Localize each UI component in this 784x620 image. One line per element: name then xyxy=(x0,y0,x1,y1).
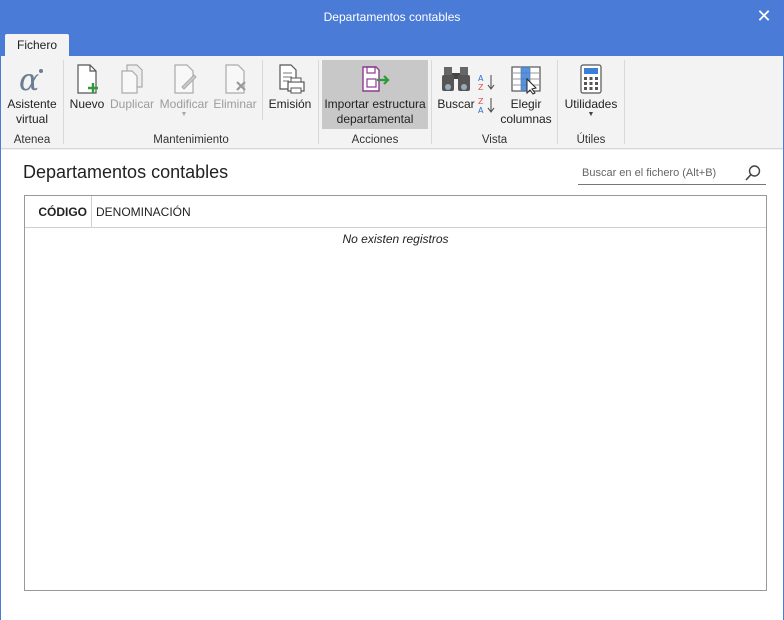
print-icon xyxy=(279,64,305,94)
group-label-atenea: Atenea xyxy=(13,134,51,146)
group-divider xyxy=(624,60,625,144)
records-table: CÓDIGO DENOMINACIÓN No existen registros xyxy=(24,195,767,591)
svg-text:α: α xyxy=(19,63,39,95)
table-header: CÓDIGO DENOMINACIÓN xyxy=(25,196,766,228)
column-header-codigo[interactable]: CÓDIGO xyxy=(25,196,92,228)
new-document-icon xyxy=(77,64,98,94)
alpha-icon: α xyxy=(19,63,43,95)
nuevo-label: Nuevo xyxy=(69,97,105,111)
group-label-mantenimiento: Mantenimiento xyxy=(153,134,229,146)
eliminar-label: Eliminar xyxy=(213,97,257,111)
group-label-acciones: Acciones xyxy=(351,134,399,146)
search-input[interactable] xyxy=(582,164,738,182)
ribbon: α Asistente virtual Atenea Nuevo Duplica… xyxy=(1,56,783,149)
group-label-vista: Vista xyxy=(481,134,508,146)
svg-text:Z: Z xyxy=(478,97,484,106)
utilidades-label: Utilidades xyxy=(564,97,618,111)
chevron-down-icon: ▼ xyxy=(587,111,595,118)
sort-ascending-icon[interactable]: A Z xyxy=(478,73,496,91)
asistente-label: Asistente virtual xyxy=(7,97,57,126)
group-mantenimiento: Nuevo Duplicar Modificar ▼ Eliminar Emis… xyxy=(64,56,318,149)
search-icon[interactable] xyxy=(744,164,762,182)
emision-label: Emisión xyxy=(268,97,312,111)
title-bar: Departamentos contables ✕ xyxy=(1,1,783,33)
importar-estructura-button[interactable]: Importar estructura departamental xyxy=(322,60,428,129)
group-atenea: α Asistente virtual Atenea xyxy=(1,56,63,149)
inner-divider xyxy=(262,60,263,120)
emision-button[interactable]: Emisión xyxy=(266,60,314,130)
asistente-virtual-button[interactable]: α Asistente virtual xyxy=(4,60,60,130)
search-box xyxy=(578,161,766,185)
chevron-down-icon: ▼ xyxy=(180,111,188,118)
window-title: Departamentos contables xyxy=(323,10,461,24)
group-label-utiles: Útiles xyxy=(576,134,606,146)
importar-label: Importar estructura departamental xyxy=(324,97,426,126)
group-vista: Buscar A Z Z A Elegir columnas Vista xyxy=(432,56,557,149)
elegir-columnas-label: Elegir columnas xyxy=(500,97,552,126)
binoculars-icon xyxy=(442,67,470,91)
delete-document-icon xyxy=(225,64,246,94)
page-title: Departamentos contables xyxy=(23,162,229,182)
calculator-icon xyxy=(580,64,602,94)
svg-text:Z: Z xyxy=(478,83,484,91)
group-utiles: Utilidades ▼ Útiles xyxy=(558,56,624,149)
nuevo-button[interactable]: Nuevo xyxy=(67,60,107,130)
import-icon xyxy=(362,66,390,92)
sort-descending-icon[interactable]: Z A xyxy=(478,96,496,114)
modificar-label: Modificar xyxy=(159,97,209,111)
column-header-denominacion[interactable]: DENOMINACIÓN xyxy=(92,196,392,228)
tab-fichero[interactable]: Fichero xyxy=(5,34,69,56)
buscar-button[interactable]: Buscar xyxy=(436,60,476,130)
edit-document-icon xyxy=(174,64,197,94)
eliminar-button[interactable]: Eliminar xyxy=(212,60,258,130)
elegir-columnas-button[interactable]: Elegir columnas xyxy=(498,60,554,130)
duplicate-icon xyxy=(121,64,143,94)
duplicar-label: Duplicar xyxy=(109,97,154,111)
columns-icon xyxy=(511,66,541,95)
group-acciones: Importar estructura departamental Accion… xyxy=(319,56,431,149)
utilidades-button[interactable]: Utilidades ▼ xyxy=(562,60,620,130)
window: Departamentos contables ✕ Fichero α Asis… xyxy=(0,0,784,620)
duplicar-button[interactable]: Duplicar xyxy=(109,60,155,130)
buscar-label: Buscar xyxy=(437,97,475,111)
ribbon-tab-row: Fichero xyxy=(1,33,783,56)
svg-text:A: A xyxy=(478,106,484,114)
svg-text:A: A xyxy=(478,74,484,83)
modificar-button[interactable]: Modificar ▼ xyxy=(157,60,211,130)
empty-message: No existen registros xyxy=(342,232,449,246)
close-icon[interactable]: ✕ xyxy=(753,5,775,27)
main-content: Departamentos contables CÓDIGO DENOMINAC… xyxy=(1,150,783,620)
